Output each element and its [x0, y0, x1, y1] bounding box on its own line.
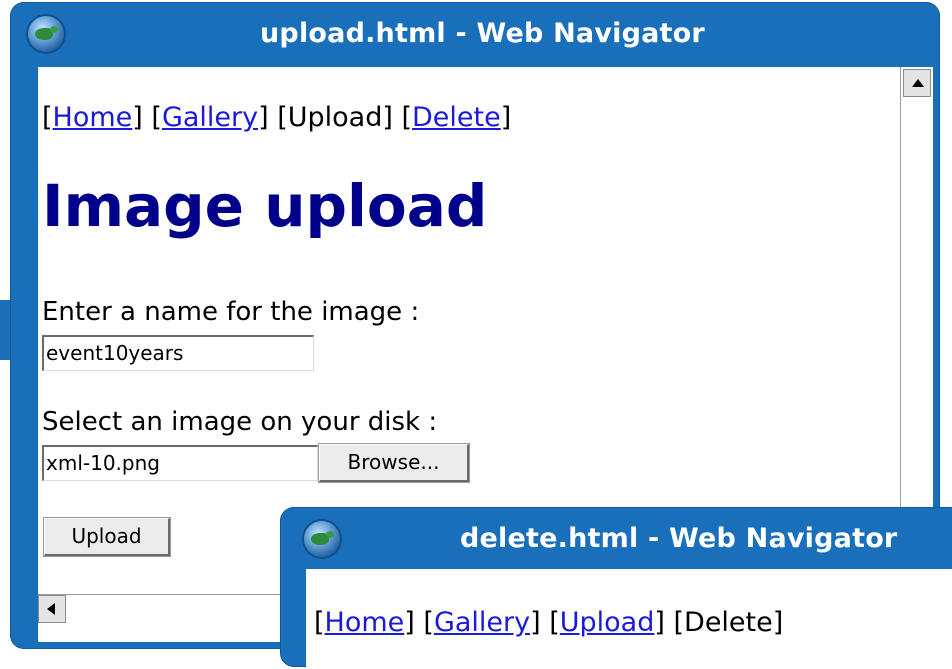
nav-link-gallery[interactable]: Gallery	[162, 102, 258, 133]
image-name-input[interactable]: event10years	[42, 335, 314, 371]
nav-link-home[interactable]: Home	[325, 607, 405, 638]
name-label: Enter a name for the image :	[42, 297, 420, 327]
scroll-left-button[interactable]	[38, 595, 66, 623]
vertical-scrollbar[interactable]	[900, 67, 933, 527]
window-title: delete.html - Web Navigator	[460, 523, 898, 554]
horizontal-scrollbar[interactable]	[38, 594, 293, 623]
arrow-up-icon	[912, 79, 924, 87]
background-window-edge	[0, 300, 10, 360]
upload-window-titlebar[interactable]: upload.html - Web Navigator	[10, 2, 940, 62]
file-label: Select an image on your disk :	[42, 407, 438, 437]
window-title: upload.html - Web Navigator	[260, 18, 705, 49]
delete-window-titlebar[interactable]: delete.html - Web Navigator	[280, 507, 952, 567]
browse-button[interactable]: Browse...	[319, 444, 469, 482]
upload-button[interactable]: Upload	[44, 518, 170, 556]
nav-link-gallery[interactable]: Gallery	[434, 607, 530, 638]
globe-icon[interactable]	[304, 521, 340, 557]
nav-link-delete[interactable]: Delete	[412, 102, 501, 133]
nav-bar: [Home] [Gallery] [Upload] [Delete]	[42, 102, 512, 133]
nav-link-upload[interactable]: Upload	[560, 607, 655, 638]
arrow-left-icon	[47, 603, 55, 615]
nav-current-upload: ] [Upload] [	[258, 102, 413, 133]
scroll-up-button[interactable]	[903, 69, 931, 97]
nav-link-home[interactable]: Home	[53, 102, 133, 133]
nav-bar: [Home] [Gallery] [Upload] [Delete]	[314, 607, 784, 638]
nav-current-delete: ] [Delete]	[654, 607, 784, 638]
delete-window: delete.html - Web Navigator [Home] [Gall…	[280, 507, 952, 669]
page-heading: Image upload	[42, 172, 488, 240]
file-path-input[interactable]: xml-10.png	[42, 445, 318, 481]
globe-icon[interactable]	[28, 16, 64, 52]
page-content: [Home] [Gallery] [Upload] [Delete]	[306, 569, 952, 669]
